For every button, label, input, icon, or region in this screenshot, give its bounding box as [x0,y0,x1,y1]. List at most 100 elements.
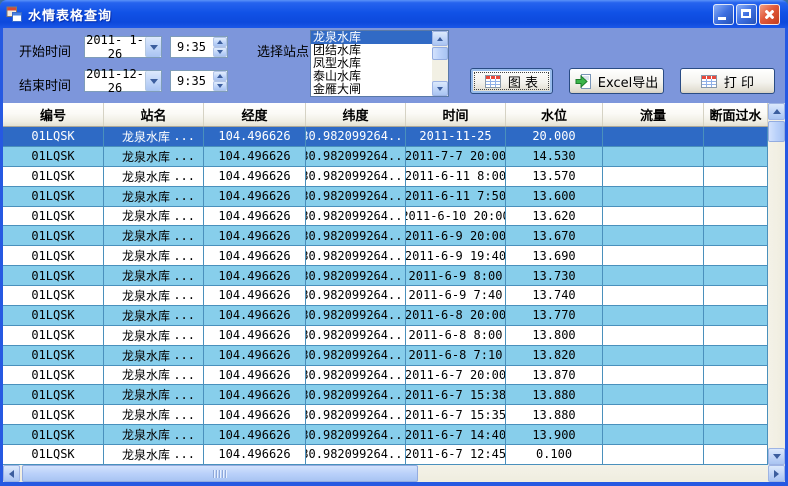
cell-level[interactable]: 14.530 [506,147,603,166]
table-row[interactable]: 01LQSK龙泉水库...104.49662630.982099264...20… [3,425,768,445]
cell-lon[interactable]: 104.496626 [204,286,306,305]
cell-level[interactable]: 13.880 [506,405,603,424]
cell-flow[interactable] [603,326,704,345]
cell-flow[interactable] [603,366,704,385]
maximize-button[interactable] [736,4,757,25]
station-scroll-down-icon[interactable] [432,81,448,96]
end-date-dropdown-icon[interactable] [145,71,161,91]
cell-level[interactable]: 13.800 [506,326,603,345]
grid-vscroll-thumb[interactable] [768,121,785,142]
cell-time[interactable]: 2011-6-8 8:00 [406,326,506,345]
table-row[interactable]: 01LQSK龙泉水库...104.49662630.982099264...20… [3,306,768,326]
cell-station[interactable]: 龙泉水库... [104,127,204,146]
table-row[interactable]: 01LQSK龙泉水库...104.49662630.982099264...20… [3,286,768,306]
cell-area[interactable] [704,326,768,345]
table-row[interactable]: 01LQSK龙泉水库...104.49662630.982099264...20… [3,405,768,425]
cell-lat[interactable]: 30.982099264... [306,147,406,166]
cell-flow[interactable] [603,127,704,146]
cell-lat[interactable]: 30.982099264... [306,425,406,444]
end-date-picker[interactable]: 2011-12-26 [84,70,162,92]
cell-time[interactable]: 2011-6-7 12:45 [406,445,506,464]
cell-lon[interactable]: 104.496626 [204,366,306,385]
table-row[interactable]: 01LQSK龙泉水库...104.49662630.982099264...20… [3,147,768,167]
cell-lat[interactable]: 30.982099264... [306,385,406,404]
cell-lon[interactable]: 104.496626 [204,207,306,226]
cell-flow[interactable] [603,187,704,206]
table-row[interactable]: 01LQSK龙泉水库...104.49662630.982099264...20… [3,346,768,366]
cell-time[interactable]: 2011-6-10 20:00 [406,207,506,226]
cell-lon[interactable]: 104.496626 [204,425,306,444]
chart-button[interactable]: 图 表 [470,68,553,94]
cell-id[interactable]: 01LQSK [3,226,104,245]
cell-lat[interactable]: 30.982099264... [306,266,406,285]
cell-time[interactable]: 2011-6-11 8:00 [406,167,506,186]
grid-hscroll-thumb[interactable] [22,465,418,482]
table-row[interactable]: 01LQSK龙泉水库...104.49662630.982099264...20… [3,127,768,147]
cell-lat[interactable]: 30.982099264... [306,366,406,385]
cell-lon[interactable]: 104.496626 [204,187,306,206]
cell-station[interactable]: 龙泉水库... [104,425,204,444]
cell-lon[interactable]: 104.496626 [204,385,306,404]
cell-area[interactable] [704,405,768,424]
column-header[interactable]: 时间 [406,103,506,126]
cell-id[interactable]: 01LQSK [3,425,104,444]
cell-lat[interactable]: 30.982099264... [306,127,406,146]
station-listbox[interactable]: 龙泉水库团结水库凤型水库泰山水库金雁大闸 [310,30,449,97]
start-date-dropdown-icon[interactable] [145,37,161,57]
cell-lat[interactable]: 30.982099264... [306,326,406,345]
cell-level[interactable]: 13.690 [506,246,603,265]
cell-flow[interactable] [603,147,704,166]
cell-id[interactable]: 01LQSK [3,207,104,226]
cell-id[interactable]: 01LQSK [3,405,104,424]
cell-level[interactable]: 13.740 [506,286,603,305]
cell-station[interactable]: 龙泉水库... [104,226,204,245]
column-header[interactable]: 经度 [204,103,306,126]
cell-lat[interactable]: 30.982099264... [306,167,406,186]
cell-id[interactable]: 01LQSK [3,385,104,404]
cell-area[interactable] [704,167,768,186]
cell-station[interactable]: 龙泉水库... [104,286,204,305]
cell-level[interactable]: 13.670 [506,226,603,245]
cell-flow[interactable] [603,207,704,226]
station-scroll-thumb[interactable] [432,47,448,60]
cell-lat[interactable]: 30.982099264... [306,306,406,325]
start-time-up-button[interactable] [213,37,227,47]
cell-area[interactable] [704,425,768,444]
cell-station[interactable]: 龙泉水库... [104,147,204,166]
cell-flow[interactable] [603,306,704,325]
cell-area[interactable] [704,226,768,245]
table-row[interactable]: 01LQSK龙泉水库...104.49662630.982099264...20… [3,366,768,386]
grid-scroll-right-icon[interactable] [768,465,785,482]
cell-flow[interactable] [603,167,704,186]
cell-area[interactable] [704,246,768,265]
cell-station[interactable]: 龙泉水库... [104,187,204,206]
table-row[interactable]: 01LQSK龙泉水库...104.49662630.982099264...20… [3,187,768,207]
cell-area[interactable] [704,286,768,305]
cell-lon[interactable]: 104.496626 [204,147,306,166]
cell-flow[interactable] [603,246,704,265]
cell-time[interactable]: 2011-7-7 20:00 [406,147,506,166]
cell-area[interactable] [704,306,768,325]
cell-flow[interactable] [603,346,704,365]
cell-lat[interactable]: 30.982099264... [306,346,406,365]
cell-station[interactable]: 龙泉水库... [104,326,204,345]
cell-flow[interactable] [603,226,704,245]
cell-station[interactable]: 龙泉水库... [104,266,204,285]
cell-time[interactable]: 2011-6-9 20:00 [406,226,506,245]
grid-vertical-scrollbar[interactable] [768,103,785,465]
column-header[interactable]: 站名 [104,103,204,126]
cell-area[interactable] [704,266,768,285]
cell-id[interactable]: 01LQSK [3,366,104,385]
cell-lon[interactable]: 104.496626 [204,167,306,186]
station-list-item[interactable]: 金雁大闸 [311,83,432,96]
cell-id[interactable]: 01LQSK [3,167,104,186]
end-time-down-button[interactable] [213,81,227,91]
cell-lat[interactable]: 30.982099264... [306,445,406,464]
cell-lon[interactable]: 104.496626 [204,326,306,345]
station-scroll-up-icon[interactable] [432,31,448,46]
table-row[interactable]: 01LQSK龙泉水库...104.49662630.982099264...20… [3,207,768,227]
cell-level[interactable]: 13.880 [506,385,603,404]
cell-station[interactable]: 龙泉水库... [104,445,204,464]
cell-id[interactable]: 01LQSK [3,187,104,206]
grid-scroll-left-icon[interactable] [3,465,20,482]
